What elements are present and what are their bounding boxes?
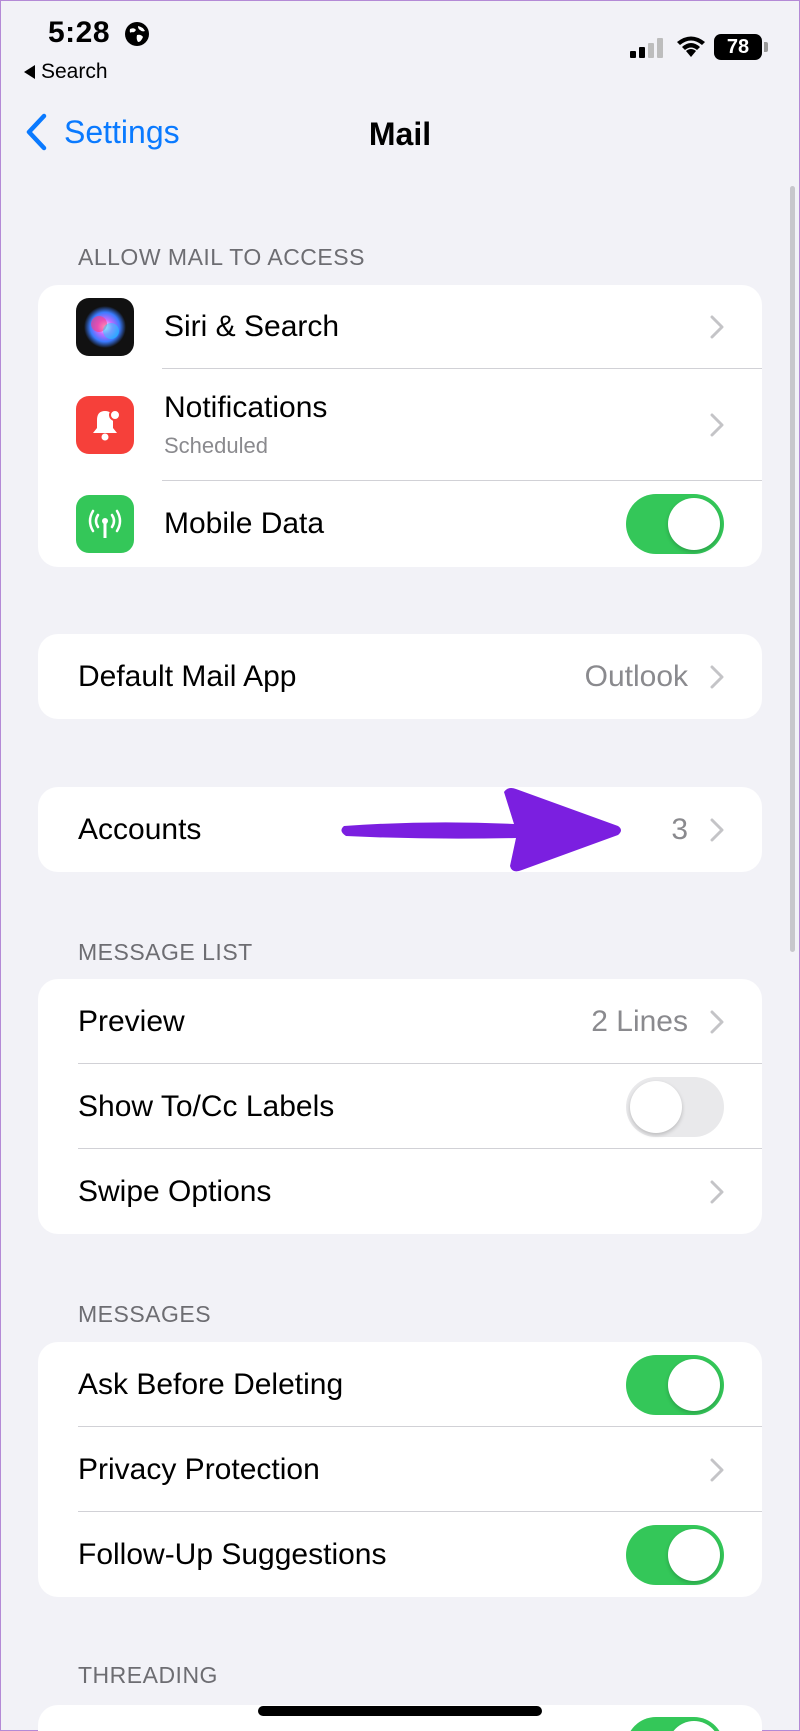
default-mail-app-row[interactable]: Default Mail App Outlook	[38, 634, 762, 719]
chevron-right-icon	[710, 818, 724, 841]
toggle-knob	[668, 1528, 720, 1581]
antenna-icon	[76, 495, 134, 553]
notifications-row[interactable]: Notifications Scheduled	[38, 369, 762, 481]
back-to-search-label: Search	[41, 60, 108, 83]
messages-group: Ask Before Deleting Privacy Protection F…	[38, 1342, 762, 1597]
follow-up-suggestions-label: Follow-Up Suggestions	[78, 1537, 387, 1571]
show-to-cc-toggle[interactable]	[626, 1076, 724, 1137]
toggle-knob	[668, 1721, 720, 1731]
scrollbar[interactable]	[790, 186, 795, 952]
chevron-right-icon	[710, 1180, 724, 1203]
chevron-right-icon	[710, 413, 724, 437]
wifi-icon	[677, 36, 705, 57]
mobile-data-row: Mobile Data	[38, 481, 762, 567]
section-header-allow-access: ALLOW MAIL TO ACCESS	[78, 244, 365, 270]
preview-label: Preview	[78, 1004, 185, 1038]
home-indicator[interactable]	[258, 1706, 542, 1716]
page-title: Mail	[368, 116, 432, 152]
globe-icon	[125, 22, 149, 46]
notifications-sublabel: Scheduled	[164, 433, 268, 458]
chevron-right-icon	[710, 665, 724, 688]
swipe-options-label: Swipe Options	[78, 1174, 272, 1208]
privacy-protection-row[interactable]: Privacy Protection	[38, 1427, 762, 1512]
section-header-messages: MESSAGES	[78, 1301, 212, 1327]
notifications-text: Notifications Scheduled	[164, 391, 327, 459]
annotation-arrow	[341, 788, 621, 872]
section-header-threading: THREADING	[78, 1662, 218, 1688]
ask-before-deleting-row: Ask Before Deleting	[38, 1342, 762, 1427]
default-mail-app-label: Default Mail App	[78, 659, 297, 693]
notifications-label: Notifications	[164, 391, 328, 424]
follow-up-suggestions-row: Follow-Up Suggestions	[38, 1512, 762, 1597]
mobile-data-toggle[interactable]	[626, 494, 724, 554]
signal-icon	[630, 38, 663, 58]
battery-tip	[764, 42, 768, 52]
battery-icon: 78	[714, 34, 762, 60]
show-to-cc-label: Show To/Cc Labels	[78, 1089, 335, 1123]
threading-toggle[interactable]	[626, 1717, 724, 1731]
section-header-message-list: MESSAGE LIST	[78, 939, 253, 965]
preview-row[interactable]: Preview 2 Lines	[38, 979, 762, 1064]
allow-access-group: Siri & Search Notifications Scheduled Mo…	[38, 285, 762, 567]
toggle-knob	[668, 1358, 720, 1411]
toggle-knob	[668, 498, 720, 550]
siri-search-row[interactable]: Siri & Search	[38, 285, 762, 369]
ask-before-deleting-toggle[interactable]	[626, 1354, 724, 1415]
swipe-options-row[interactable]: Swipe Options	[38, 1149, 762, 1234]
follow-up-suggestions-toggle[interactable]	[626, 1524, 724, 1585]
preview-value: 2 Lines	[591, 1004, 688, 1038]
chevron-right-icon	[710, 1458, 724, 1481]
default-app-group: Default Mail App Outlook	[38, 634, 762, 719]
accounts-value: 3	[671, 812, 688, 846]
toggle-knob	[630, 1080, 682, 1133]
default-mail-app-value: Outlook	[584, 659, 688, 693]
message-list-group: Preview 2 Lines Show To/Cc Labels Swipe …	[38, 979, 762, 1234]
ask-before-deleting-label: Ask Before Deleting	[78, 1367, 344, 1401]
back-triangle-icon	[24, 65, 35, 79]
chevron-right-icon	[710, 315, 724, 339]
privacy-protection-label: Privacy Protection	[78, 1452, 320, 1486]
notifications-icon	[76, 396, 134, 454]
chevron-right-icon	[710, 1010, 724, 1033]
accounts-label: Accounts	[78, 812, 202, 846]
back-to-search[interactable]: Search	[24, 60, 108, 84]
show-to-cc-row: Show To/Cc Labels	[38, 1064, 762, 1149]
siri-icon	[76, 298, 134, 356]
mobile-data-label: Mobile Data	[164, 507, 325, 540]
siri-search-label: Siri & Search	[164, 310, 340, 343]
status-time: 5:28	[48, 16, 111, 49]
